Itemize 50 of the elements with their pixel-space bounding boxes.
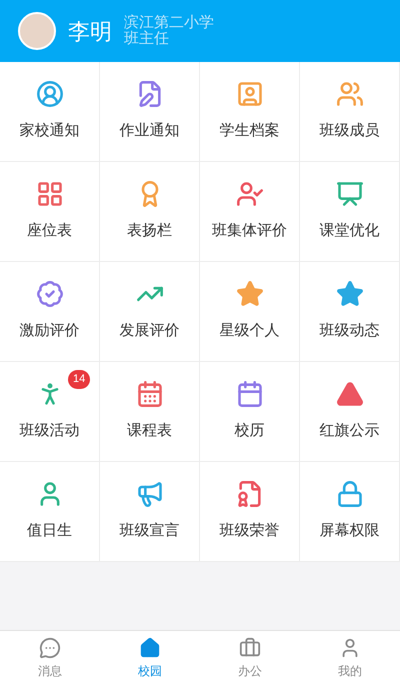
feature-label: 班级活动 xyxy=(20,421,80,442)
feature-label: 学生档案 xyxy=(220,121,280,142)
feature-label: 表扬栏 xyxy=(127,221,172,242)
feature-label: 激励评价 xyxy=(20,321,80,342)
feature-tile[interactable]: 作业通知 xyxy=(100,62,200,162)
briefcase-icon xyxy=(239,636,261,658)
feature-label: 座位表 xyxy=(27,221,72,242)
feature-tile[interactable]: 座位表 xyxy=(0,162,100,262)
nav-tab[interactable]: 校园 xyxy=(100,631,200,685)
feature-label: 星级个人 xyxy=(220,321,280,342)
avatar[interactable] xyxy=(18,12,56,50)
feature-label: 课程表 xyxy=(127,421,172,442)
feature-tile[interactable]: 家校通知 xyxy=(0,62,100,162)
feature-tile[interactable]: 红旗公示 xyxy=(300,362,400,462)
nav-tab[interactable]: 我的 xyxy=(300,631,400,685)
feature-label: 值日生 xyxy=(27,521,72,542)
feature-tile[interactable]: 星级个人 xyxy=(200,262,300,362)
feature-tile[interactable]: 班级活动 14 xyxy=(0,362,100,462)
feature-tile[interactable]: 班级动态 xyxy=(300,262,400,362)
feature-tile[interactable]: 班集体评价 xyxy=(200,162,300,262)
feature-label: 屏幕权限 xyxy=(320,521,380,542)
feature-tile[interactable]: 校历 xyxy=(200,362,300,462)
feature-tile[interactable]: 课堂优化 xyxy=(300,162,400,262)
feature-label: 红旗公示 xyxy=(320,421,380,442)
feature-label: 校历 xyxy=(234,421,264,442)
feature-tile[interactable]: 班级宣言 xyxy=(100,462,200,562)
feature-tile[interactable]: 课程表 xyxy=(100,362,200,462)
feature-tile[interactable]: 发展评价 xyxy=(100,262,200,362)
home-icon xyxy=(139,636,161,658)
feature-label: 课堂优化 xyxy=(320,221,380,242)
chat-icon xyxy=(39,636,61,658)
feature-label: 班集体评价 xyxy=(212,221,287,242)
feature-tile[interactable]: 班级荣誉 xyxy=(200,462,300,562)
feature-label: 家校通知 xyxy=(20,121,80,142)
feature-tile[interactable]: 学生档案 xyxy=(200,62,300,162)
user-name: 李明 xyxy=(68,18,112,46)
feature-tile[interactable]: 班级成员 xyxy=(300,62,400,162)
user-role: 班主任 xyxy=(124,31,170,47)
feature-tile[interactable]: 值日生 xyxy=(0,462,100,562)
feature-tile[interactable]: 屏幕权限 xyxy=(300,462,400,562)
feature-tile[interactable]: 表扬栏 xyxy=(100,162,200,262)
feature-label: 班级宣言 xyxy=(120,521,180,542)
count-badge: 14 xyxy=(68,370,90,389)
feature-tile[interactable]: 激励评价 xyxy=(0,262,100,362)
feature-label: 班级荣誉 xyxy=(220,521,280,542)
feature-label: 发展评价 xyxy=(120,321,180,342)
feature-label: 班级成员 xyxy=(320,121,380,142)
feature-label: 作业通知 xyxy=(120,121,180,142)
feature-label: 班级动态 xyxy=(320,321,380,342)
school-name: 滨江第二小学 xyxy=(124,15,214,31)
